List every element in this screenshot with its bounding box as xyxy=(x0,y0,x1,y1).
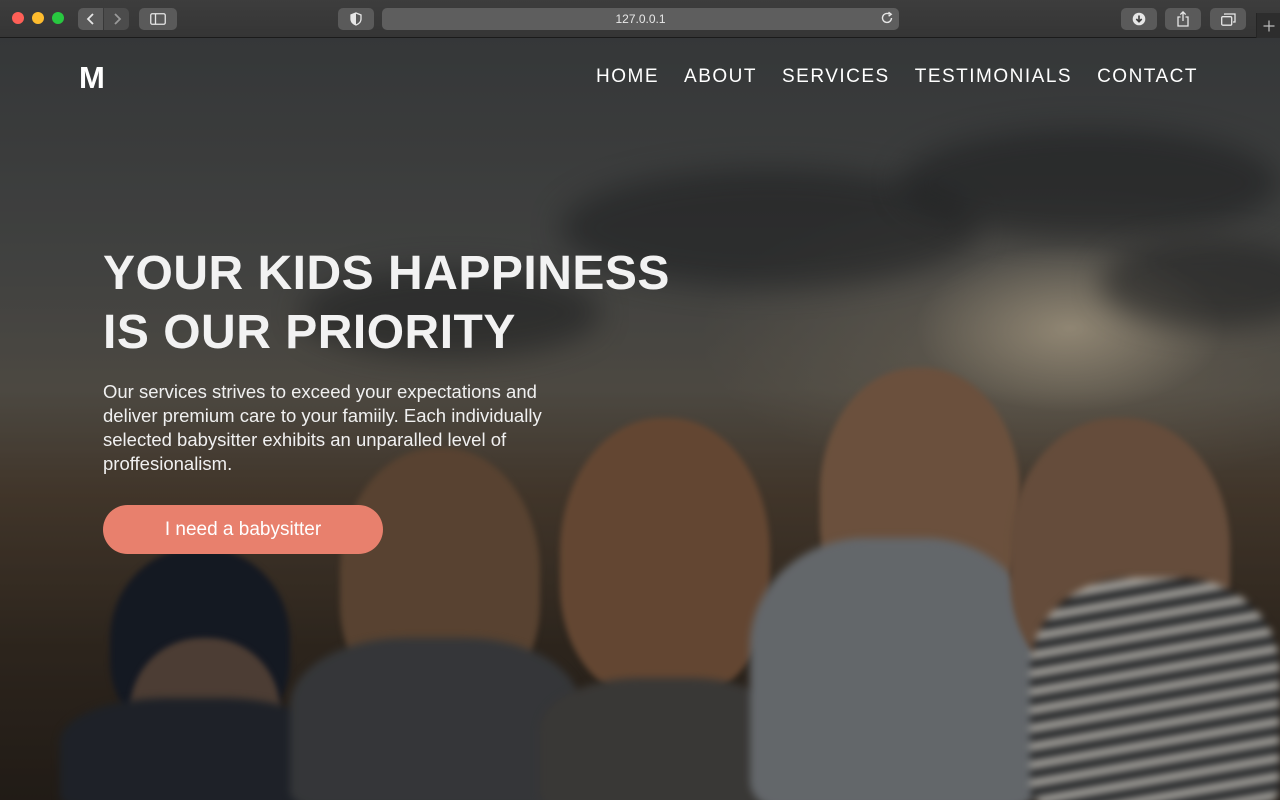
nav-home[interactable]: HOME xyxy=(596,66,659,88)
share-button[interactable] xyxy=(1165,8,1201,30)
forward-button[interactable] xyxy=(104,8,129,30)
nav-about[interactable]: ABOUT xyxy=(684,66,757,88)
url-text: 127.0.0.1 xyxy=(615,12,666,26)
download-icon xyxy=(1132,12,1146,26)
address-bar[interactable]: 127.0.0.1 xyxy=(382,8,899,30)
nav-services[interactable]: SERVICES xyxy=(782,66,890,88)
back-button[interactable] xyxy=(78,8,103,30)
plus-icon xyxy=(1263,20,1274,31)
downloads-button[interactable] xyxy=(1121,8,1157,30)
hero-headline: YOUR KIDS HAPPINESS IS OUR PRIORITY xyxy=(103,244,670,362)
chevron-right-icon xyxy=(113,13,121,25)
web-page: M HOME ABOUT SERVICES TESTIMONIALS CONTA… xyxy=(0,38,1280,800)
main-nav: HOME ABOUT SERVICES TESTIMONIALS CONTACT xyxy=(596,66,1198,88)
hero-headline-line2: IS OUR PRIORITY xyxy=(103,306,516,359)
close-window-button[interactable] xyxy=(12,12,24,24)
history-nav xyxy=(78,8,129,30)
reload-icon[interactable] xyxy=(880,11,894,28)
tab-overview-button[interactable] xyxy=(1210,8,1246,30)
new-tab-button[interactable] xyxy=(1256,13,1280,38)
privacy-report-button[interactable] xyxy=(338,8,374,30)
tabs-icon xyxy=(1220,12,1236,26)
sidebar-button[interactable] xyxy=(139,8,177,30)
shield-icon xyxy=(350,12,362,26)
sidebar-icon xyxy=(150,13,166,25)
hero-lead-text: Our services strives to exceed your expe… xyxy=(103,381,542,474)
nav-testimonials[interactable]: TESTIMONIALS xyxy=(915,66,1072,88)
share-icon xyxy=(1177,11,1189,27)
minimize-window-button[interactable] xyxy=(32,12,44,24)
browser-toolbar: 127.0.0.1 xyxy=(0,0,1280,38)
site-logo[interactable]: M xyxy=(79,60,105,96)
zoom-window-button[interactable] xyxy=(52,12,64,24)
nav-contact[interactable]: CONTACT xyxy=(1097,66,1198,88)
hero-headline-line1: YOUR KIDS HAPPINESS xyxy=(103,247,670,300)
need-babysitter-button[interactable]: I need a babysitter xyxy=(103,505,383,554)
chevron-left-icon xyxy=(86,13,94,25)
